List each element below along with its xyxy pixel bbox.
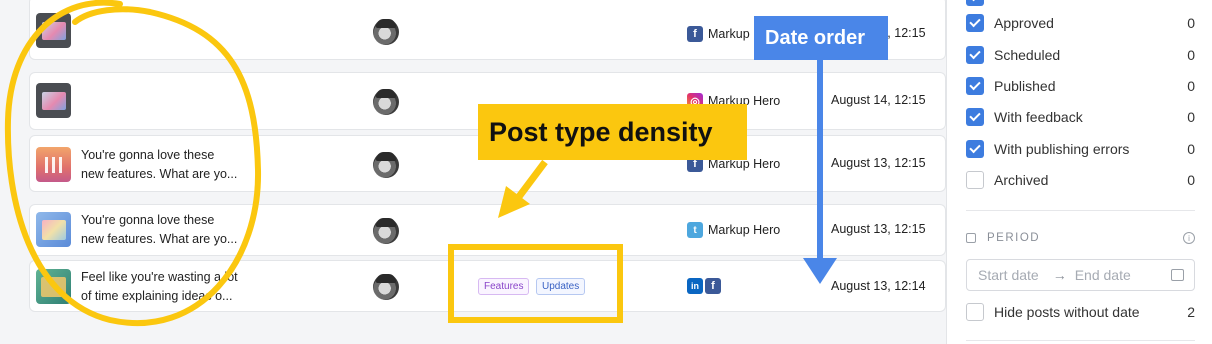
calendar-icon[interactable] xyxy=(1171,269,1184,281)
post-date: August 14, 12:15 xyxy=(831,93,926,107)
filter-with-publishing-errors[interactable]: With publishing errors 0 xyxy=(966,139,1195,159)
post-thumbnail xyxy=(36,212,71,247)
filter-label: Archived xyxy=(994,172,1049,188)
filter-count: 0 xyxy=(1187,109,1195,125)
filter-panel: Approved 0 Scheduled 0 Published 0 With … xyxy=(946,0,1212,344)
filter-label: Scheduled xyxy=(994,47,1061,63)
post-caption: You're gonna love these new features. Wh… xyxy=(81,213,238,246)
checkbox[interactable] xyxy=(966,46,984,64)
post-caption: Feel like you're wasting a lot of time e… xyxy=(81,270,238,303)
checkbox[interactable] xyxy=(966,303,984,321)
post-thumbnail xyxy=(36,269,71,304)
author-avatar xyxy=(373,89,399,115)
filter-label: With feedback xyxy=(994,109,1083,125)
date-range-input[interactable]: Start date → End date xyxy=(966,259,1195,291)
facebook-icon: f xyxy=(687,26,703,42)
calendar-icon xyxy=(966,233,976,243)
account-linkedin-facebook: in f xyxy=(687,278,726,294)
checkbox[interactable] xyxy=(966,171,984,189)
divider xyxy=(966,210,1195,211)
filter-count: 0 xyxy=(1187,78,1195,94)
checkbox[interactable] xyxy=(966,77,984,95)
hide-posts-without-date[interactable]: Hide posts without date 2 xyxy=(966,302,1195,322)
author-avatar xyxy=(373,218,399,244)
checkbox[interactable] xyxy=(966,14,984,32)
start-date-field[interactable]: Start date xyxy=(978,267,1039,283)
account-name: Markup Hero xyxy=(708,223,781,237)
account-name: Markup xyxy=(708,27,750,41)
filter-label: With publishing errors xyxy=(994,141,1130,157)
filter-count: 0 xyxy=(1187,15,1195,31)
arrow-right-icon: → xyxy=(1052,267,1067,283)
post-date: August 13, 12:14 xyxy=(831,279,926,293)
post-date: August 13, 12:15 xyxy=(831,222,926,236)
end-date-field[interactable]: End date xyxy=(1075,267,1131,283)
post-date: August 13, 12:15 xyxy=(831,156,926,170)
filter-label: Hide posts without date xyxy=(994,304,1140,320)
tag-highlight-box xyxy=(448,244,623,323)
filter-count: 0 xyxy=(1187,172,1195,188)
filter-published[interactable]: Published 0 xyxy=(966,76,1195,96)
account-facebook: f Markup xyxy=(687,26,750,42)
account-twitter: t Markup Hero xyxy=(687,222,780,238)
filter-label: Approved xyxy=(994,15,1054,31)
date-order-label: Date order xyxy=(754,16,888,60)
checkbox[interactable] xyxy=(966,140,984,158)
checkbox[interactable] xyxy=(966,108,984,126)
filter-count: 0 xyxy=(1187,141,1195,157)
post-thumbnail xyxy=(36,147,71,182)
filter-count: 0 xyxy=(1187,47,1195,63)
post-thumbnail xyxy=(36,83,71,118)
post-type-density-label: Post type density xyxy=(478,104,747,160)
filter-count: 2 xyxy=(1187,304,1195,320)
period-heading: PERIOD i xyxy=(966,232,1195,244)
twitter-icon: t xyxy=(687,222,703,238)
author-avatar xyxy=(373,152,399,178)
author-avatar xyxy=(373,19,399,45)
filter-approved[interactable]: Approved 0 xyxy=(966,13,1195,33)
filter-archived[interactable]: Archived 0 xyxy=(966,170,1195,190)
divider xyxy=(966,340,1195,341)
filter-scheduled[interactable]: Scheduled 0 xyxy=(966,45,1195,65)
facebook-icon: f xyxy=(705,278,721,294)
post-thumbnail xyxy=(36,13,71,48)
author-avatar xyxy=(373,274,399,300)
info-icon[interactable]: i xyxy=(1183,232,1195,244)
filter-label: Published xyxy=(994,78,1056,94)
linkedin-icon: in xyxy=(687,278,703,294)
filter-with-feedback[interactable]: With feedback 0 xyxy=(966,107,1195,127)
partial-checkbox[interactable] xyxy=(966,0,984,6)
post-caption: You're gonna love these new features. Wh… xyxy=(81,148,238,181)
